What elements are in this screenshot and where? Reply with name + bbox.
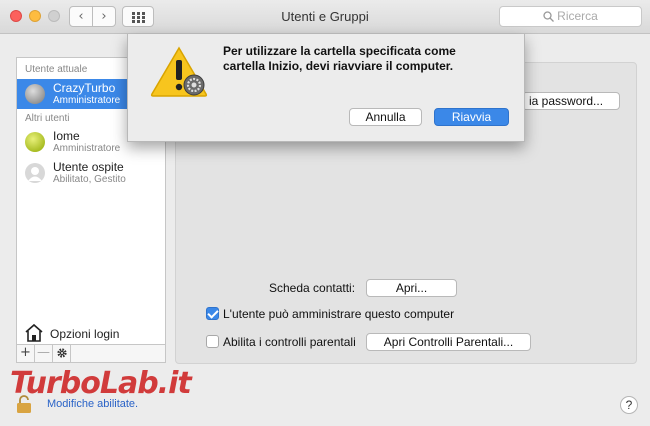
user-role: Abilitato, Gestito [53,174,126,185]
house-icon [25,323,43,342]
dialog-message-line2: cartella Inizio, devi riavviare il compu… [223,59,454,73]
remove-user-button[interactable]: — [35,345,53,362]
add-user-button[interactable]: + [17,345,35,362]
search-placeholder: Ricerca [557,9,598,23]
admin-checkbox-label: L'utente può amministrare questo compute… [223,307,455,321]
parental-controls-label: Abilita i controlli parentali [223,335,356,349]
restart-button[interactable]: Riavvia [434,108,509,126]
lock-icon[interactable] [16,395,32,413]
dialog-message-line1: Per utilizzare la cartella specificata c… [223,44,456,58]
user-name: Iome [53,129,80,143]
open-parental-controls-button[interactable]: Apri Controlli Parentali... [366,333,531,351]
user-name: Utente ospite [53,160,124,174]
user-name: CrazyTurbo [53,81,116,95]
lock-status-text: Modifiche abilitate. [47,398,139,410]
change-password-button[interactable]: ia password... [522,92,620,110]
login-options-item[interactable]: Opzioni login [17,323,165,344]
avatar [25,84,45,104]
title-bar: ‹ › Utenti e Gruppi Ricerca [0,0,650,34]
contact-card-label: Scheda contatti: [269,281,356,295]
user-row-guest[interactable]: Utente ospite Abilitato, Gestito [17,158,165,188]
avatar [25,132,45,152]
watermark-logo: TurboLab.it [10,366,192,401]
guest-avatar-icon [25,163,45,183]
dialog-message: Per utilizzare la cartella specificata c… [223,44,513,74]
warning-icon [150,46,208,97]
search-input[interactable]: Ricerca [499,6,642,27]
restart-dialog: Per utilizzare la cartella specificata c… [127,34,525,142]
cancel-button[interactable]: Annulla [349,108,422,126]
admin-checkbox[interactable] [206,307,219,320]
open-contact-button[interactable]: Apri... [366,279,457,297]
gear-icon [56,348,67,358]
current-user-header: Utente attuale [25,64,88,75]
parental-controls-checkbox[interactable] [206,335,219,348]
help-button[interactable]: ? [620,396,638,414]
action-menu-button[interactable] [53,345,71,362]
other-users-header: Altri utenti [25,113,70,124]
user-role: Amministratore [53,143,121,154]
list-toolbar: + — [16,345,166,363]
user-role: Amministratore [53,95,121,106]
search-icon [543,11,555,22]
login-options-label: Opzioni login [50,327,120,341]
